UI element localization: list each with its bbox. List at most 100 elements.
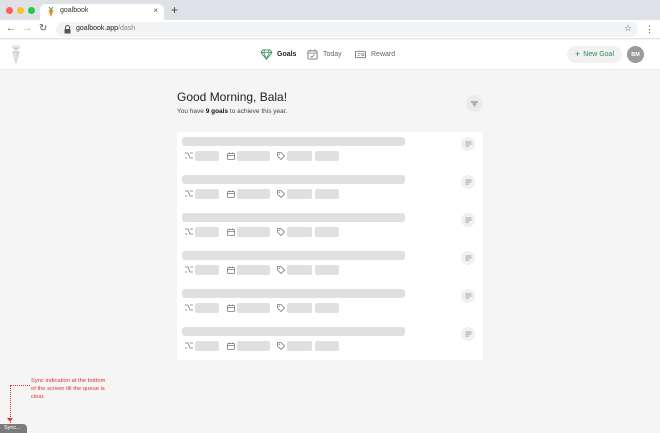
- browser-address-bar: ← → ↻ goalbook.app/dash ☆ ⋮: [0, 20, 660, 39]
- nav-reward[interactable]: Reward: [355, 49, 395, 60]
- goal-count: 9 goals: [205, 108, 229, 115]
- avatar[interactable]: BM: [627, 46, 644, 63]
- meta-skeleton: [287, 341, 312, 351]
- meta-skeleton: [315, 303, 339, 313]
- app-header: Goals Today Reward + New Goal BM: [0, 40, 660, 70]
- calendar-icon: [227, 304, 235, 312]
- window-close-button[interactable]: [6, 7, 13, 14]
- calendar-check-icon: [307, 49, 318, 60]
- goal-options-button[interactable]: [461, 289, 475, 303]
- lines-icon: [465, 141, 471, 147]
- meta-skeleton: [195, 151, 219, 161]
- goal-title-skeleton: [182, 137, 405, 146]
- reload-icon[interactable]: ↻: [39, 23, 47, 35]
- goal-card-placeholder[interactable]: [177, 322, 483, 360]
- goal-card-placeholder[interactable]: [177, 208, 483, 246]
- goal-list: [177, 132, 483, 360]
- goal-title-skeleton: [182, 251, 405, 260]
- window-maximize-button[interactable]: [28, 7, 35, 14]
- flow-icon: [185, 266, 193, 273]
- tag-icon: [277, 266, 285, 274]
- meta-skeleton: [315, 151, 339, 161]
- meta-skeleton: [237, 227, 270, 237]
- browser-tab[interactable]: goalbook ×: [40, 4, 164, 20]
- browser-tab-bar: goalbook × +: [0, 0, 660, 20]
- new-tab-button[interactable]: +: [171, 4, 178, 16]
- goal-title-skeleton: [182, 289, 405, 298]
- nav-goals-label: Goals: [277, 51, 297, 58]
- flow-icon: [185, 152, 193, 159]
- meta-skeleton: [315, 265, 339, 275]
- url-input[interactable]: goalbook.app/dash ☆: [56, 22, 638, 37]
- goal-card-placeholder[interactable]: [177, 132, 483, 170]
- meta-skeleton: [195, 189, 219, 199]
- lines-icon: [465, 331, 471, 337]
- annotation-arrow-icon: [7, 418, 13, 422]
- meta-skeleton: [195, 303, 219, 313]
- nav-reward-label: Reward: [371, 51, 396, 58]
- tag-icon: [277, 342, 285, 350]
- goal-title-skeleton: [182, 213, 405, 222]
- calendar-icon: [227, 190, 235, 198]
- calendar-icon: [227, 266, 235, 274]
- sync-status-badge: Sync...: [0, 424, 27, 433]
- tab-close-icon[interactable]: ×: [153, 6, 158, 15]
- meta-skeleton: [237, 151, 270, 161]
- lock-icon: [64, 25, 71, 34]
- meta-skeleton: [287, 227, 312, 237]
- goal-title-skeleton: [182, 327, 405, 336]
- nav-today-label: Today: [323, 51, 342, 58]
- goal-card-placeholder[interactable]: [177, 170, 483, 208]
- goals-summary: You have 9 goals to achieve this year.: [177, 108, 287, 115]
- url-path: /dash: [118, 25, 136, 32]
- new-goal-button[interactable]: + New Goal: [567, 46, 622, 63]
- summary-suffix: to achieve this year.: [228, 108, 288, 115]
- back-icon[interactable]: ←: [6, 23, 16, 35]
- meta-skeleton: [237, 303, 270, 313]
- meta-skeleton: [287, 265, 312, 275]
- star-icon[interactable]: ☆: [624, 23, 632, 34]
- tag-icon: [277, 152, 285, 160]
- goal-options-button[interactable]: [461, 251, 475, 265]
- carrot-favicon-icon: [48, 7, 54, 17]
- goal-options-button[interactable]: [461, 175, 475, 189]
- forward-icon[interactable]: →: [22, 23, 32, 35]
- tag-icon: [277, 228, 285, 236]
- sync-annotation-note: Sync indication at the bottom of the scr…: [31, 378, 106, 400]
- nav-goals[interactable]: Goals: [261, 49, 296, 60]
- goal-options-button[interactable]: [461, 137, 475, 151]
- tag-icon: [277, 304, 285, 312]
- summary-prefix: You have: [177, 108, 206, 115]
- flow-icon: [185, 190, 193, 197]
- meta-skeleton: [287, 151, 312, 161]
- tab-title: goalbook: [60, 7, 89, 14]
- meta-skeleton: [237, 341, 270, 351]
- lines-icon: [465, 217, 471, 223]
- meta-skeleton: [237, 189, 270, 199]
- page-title: Good Morning, Bala!: [177, 90, 288, 104]
- filter-button[interactable]: [466, 95, 483, 112]
- calendar-icon: [227, 228, 235, 236]
- meta-skeleton: [195, 265, 219, 275]
- plus-icon: +: [575, 49, 581, 59]
- meta-skeleton: [287, 189, 312, 199]
- lines-icon: [465, 179, 471, 185]
- menu-icon[interactable]: ⋮: [645, 23, 654, 35]
- lines-icon: [465, 255, 471, 261]
- window-minimize-button[interactable]: [17, 7, 24, 14]
- annotation-connector: [10, 385, 30, 425]
- goal-options-button[interactable]: [461, 327, 475, 341]
- meta-skeleton: [237, 265, 270, 275]
- goal-title-skeleton: [182, 175, 405, 184]
- tag-icon: [277, 190, 285, 198]
- meta-skeleton: [315, 189, 339, 199]
- nav-today[interactable]: Today: [307, 49, 342, 60]
- new-goal-label: New Goal: [583, 51, 614, 58]
- ticket-icon: [355, 50, 366, 59]
- flow-icon: [185, 304, 193, 311]
- carrot-logo-icon[interactable]: [10, 45, 22, 65]
- flow-icon: [185, 342, 193, 349]
- goal-card-placeholder[interactable]: [177, 284, 483, 322]
- goal-options-button[interactable]: [461, 213, 475, 227]
- goal-card-placeholder[interactable]: [177, 246, 483, 284]
